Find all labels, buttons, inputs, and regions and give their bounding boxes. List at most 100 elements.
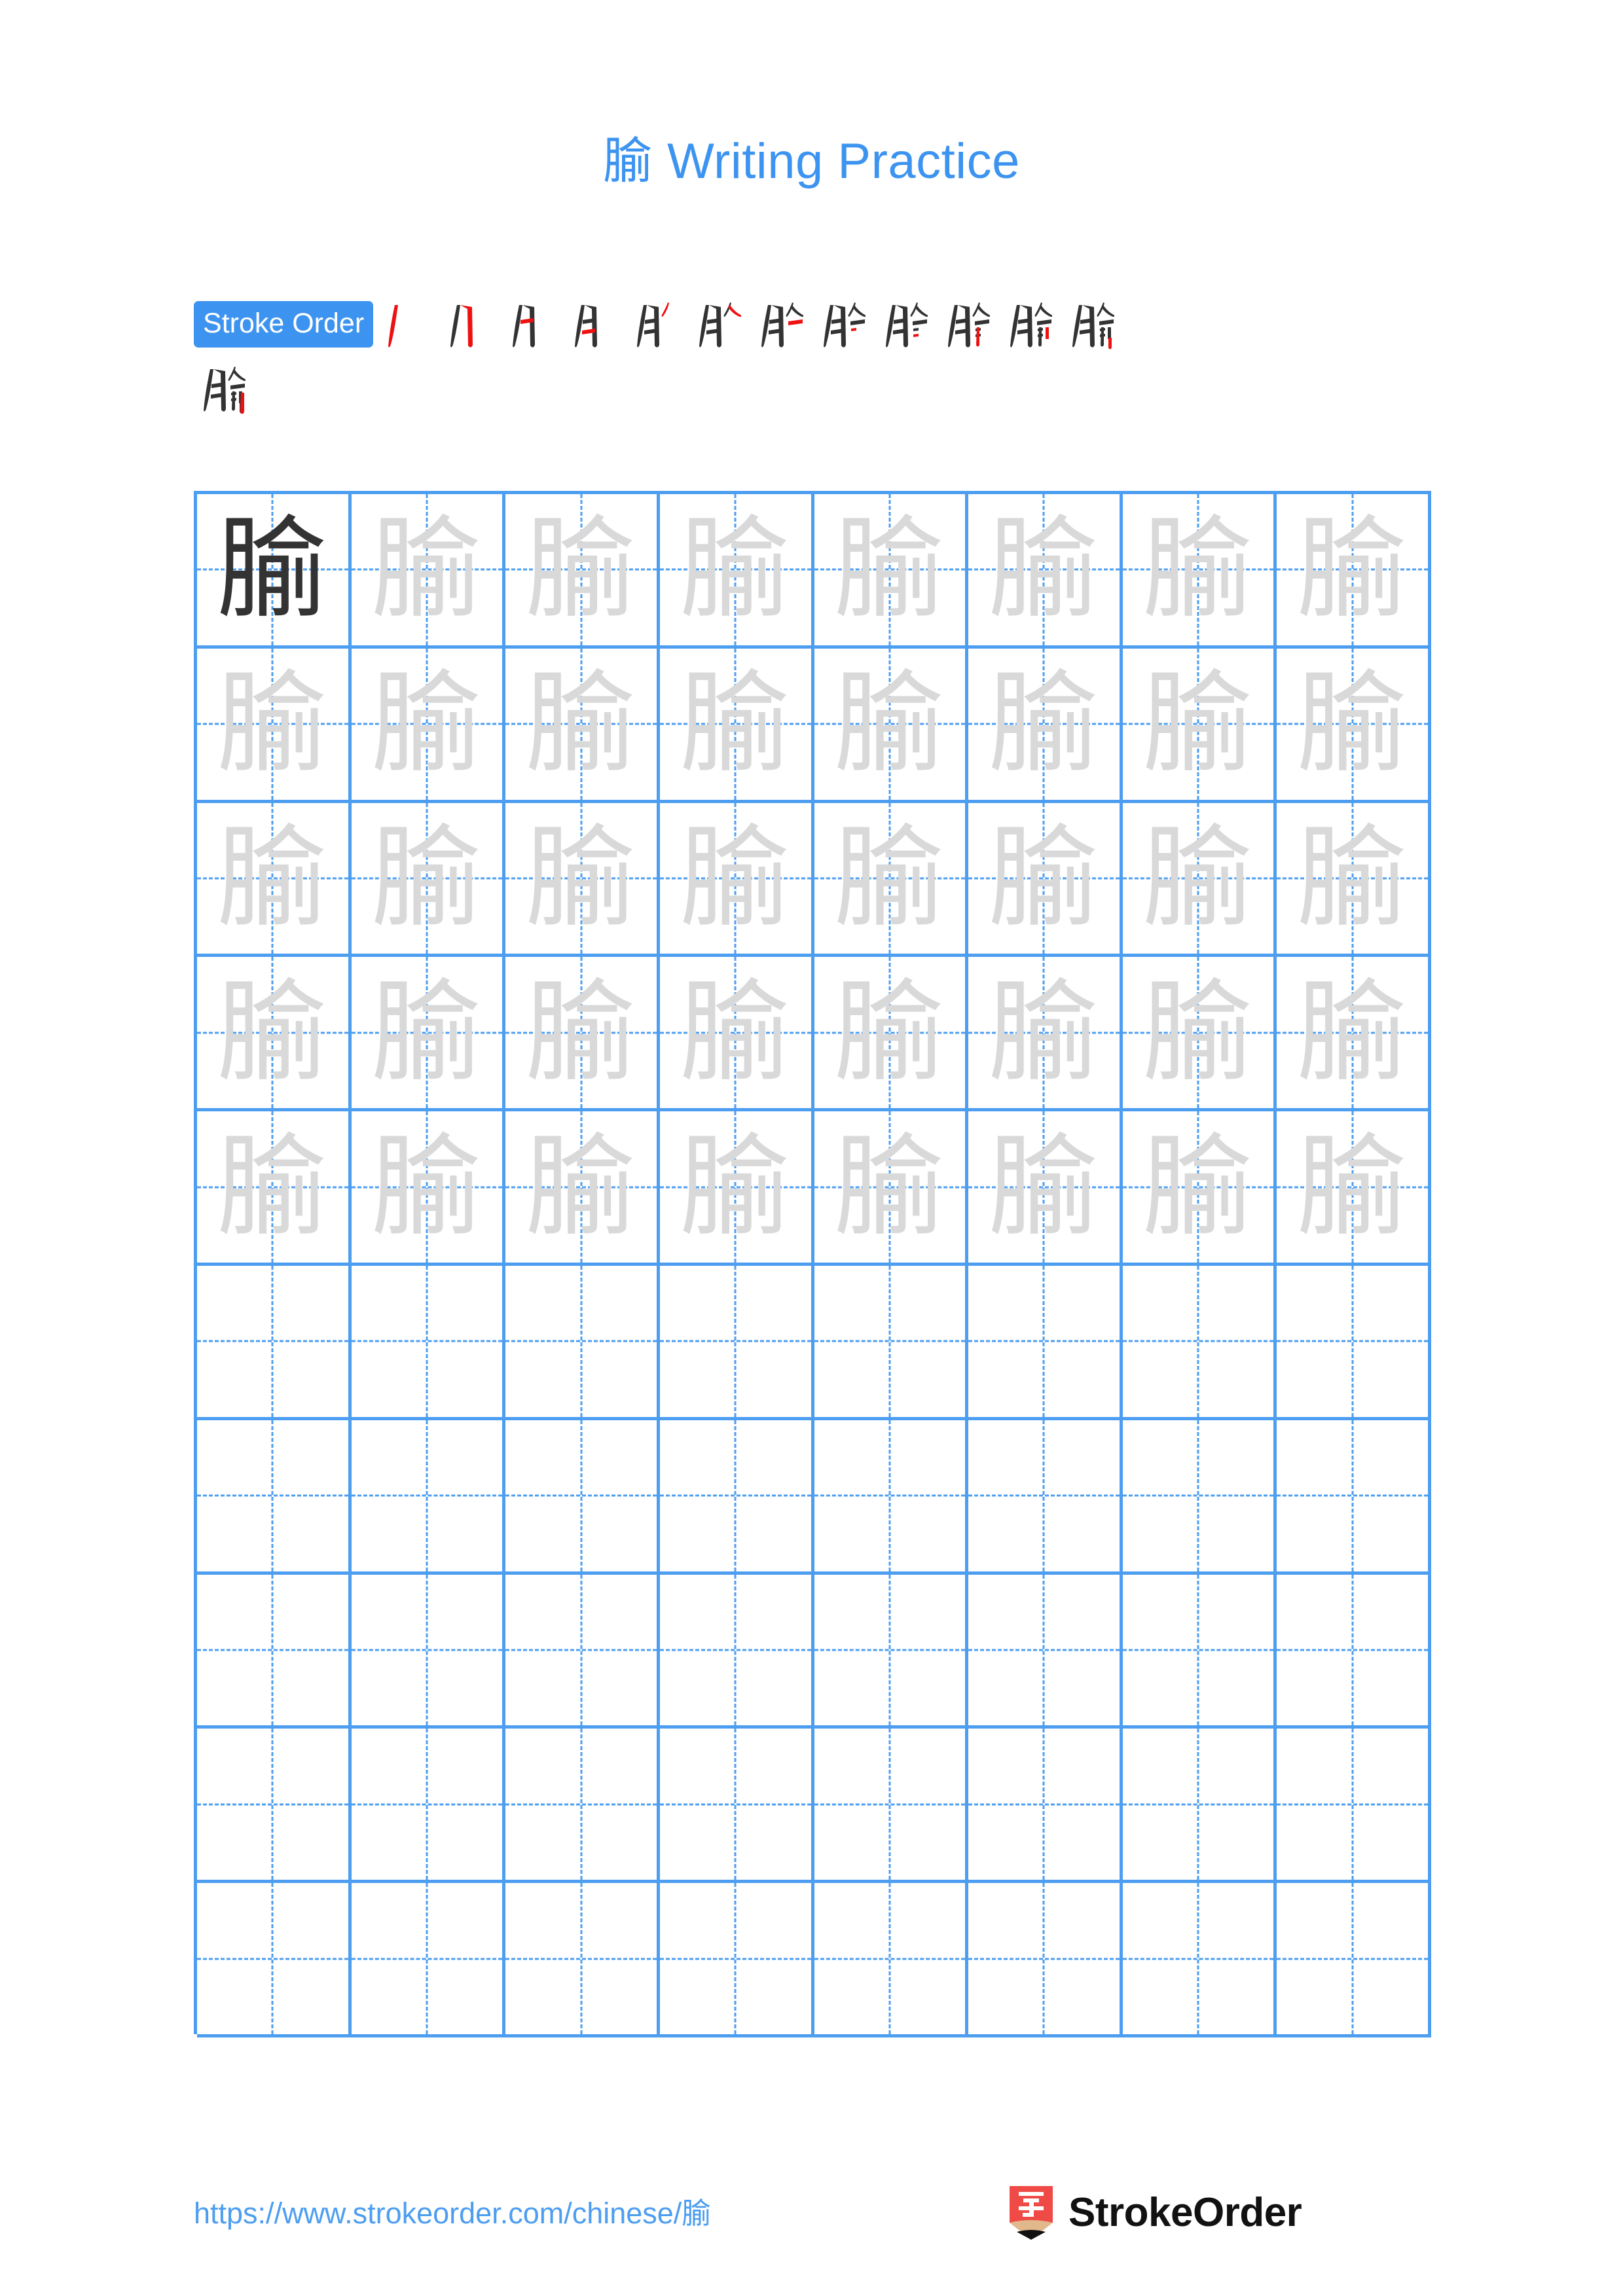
trace-character: 腧 <box>371 1122 483 1252</box>
practice-cell-trace[interactable]: 腧 <box>968 494 1123 649</box>
practice-cell-trace[interactable]: 腧 <box>1277 494 1431 649</box>
trace-character: 腧 <box>525 813 637 943</box>
practice-cell-trace[interactable]: 腧 <box>197 957 352 1112</box>
practice-cell-empty[interactable] <box>351 1883 506 2037</box>
practice-cell-trace[interactable]: 腧 <box>505 648 660 803</box>
practice-cell-empty[interactable] <box>814 1729 969 1884</box>
trace-character: 腧 <box>988 505 1100 635</box>
practice-cell-trace[interactable]: 腧 <box>659 648 814 803</box>
practice-cell-trace[interactable]: 腧 <box>1277 1111 1431 1266</box>
practice-cell-trace[interactable]: 腧 <box>1122 1111 1277 1266</box>
practice-cell-empty[interactable] <box>814 1574 969 1729</box>
practice-cell-empty[interactable] <box>197 1420 352 1575</box>
practice-cell-trace[interactable]: 腧 <box>659 1111 814 1266</box>
practice-grid-row: 腧腧腧腧腧腧腧腧 <box>197 648 1431 803</box>
practice-cell-trace[interactable]: 腧 <box>968 957 1123 1112</box>
trace-character: 腧 <box>988 1122 1100 1252</box>
practice-cell-trace[interactable]: 腧 <box>351 957 506 1112</box>
practice-cell-trace[interactable]: 腧 <box>197 1111 352 1266</box>
practice-cell-empty[interactable] <box>968 1883 1123 2037</box>
trace-character: 腧 <box>988 659 1100 789</box>
practice-cell-trace[interactable]: 腧 <box>814 648 969 803</box>
stroke-step-13 <box>194 360 249 419</box>
practice-cell-empty[interactable] <box>659 1574 814 1729</box>
practice-cell-trace[interactable]: 腧 <box>351 802 506 958</box>
practice-cell-empty[interactable] <box>1277 1729 1431 1884</box>
practice-cell-empty[interactable] <box>659 1420 814 1575</box>
practice-cell-empty[interactable] <box>814 1883 969 2037</box>
practice-cell-empty[interactable] <box>351 1574 506 1729</box>
practice-grid-row <box>197 1574 1431 1729</box>
practice-cell-empty[interactable] <box>659 1883 814 2037</box>
practice-cell-trace[interactable]: 腧 <box>814 494 969 649</box>
trace-character: 腧 <box>988 813 1100 943</box>
practice-cell-trace[interactable]: 腧 <box>351 1111 506 1266</box>
practice-cell-empty[interactable] <box>968 1729 1123 1884</box>
practice-cell-empty[interactable] <box>505 1420 660 1575</box>
stroke-step-6 <box>689 296 744 355</box>
trace-character: 腧 <box>680 1122 792 1252</box>
practice-cell-trace[interactable]: 腧 <box>505 494 660 649</box>
trace-character: 腧 <box>1296 1122 1408 1252</box>
practice-cell-empty[interactable] <box>197 1729 352 1884</box>
practice-cell-trace[interactable]: 腧 <box>1122 648 1277 803</box>
trace-character: 腧 <box>1142 813 1254 943</box>
practice-cell-empty[interactable] <box>814 1420 969 1575</box>
practice-cell-model[interactable]: 腧 <box>197 494 352 649</box>
practice-cell-trace[interactable]: 腧 <box>505 957 660 1112</box>
practice-cell-trace[interactable]: 腧 <box>968 648 1123 803</box>
footer-url-link[interactable]: https://www.strokeorder.com/chinese/腧 <box>194 2196 711 2231</box>
practice-cell-empty[interactable] <box>505 1883 660 2037</box>
practice-cell-trace[interactable]: 腧 <box>1277 957 1431 1112</box>
practice-cell-empty[interactable] <box>351 1265 506 1420</box>
practice-cell-empty[interactable] <box>1277 1574 1431 1729</box>
practice-cell-trace[interactable]: 腧 <box>351 494 506 649</box>
trace-character: 腧 <box>680 967 792 1098</box>
practice-cell-trace[interactable]: 腧 <box>1277 648 1431 803</box>
practice-cell-empty[interactable] <box>1122 1729 1277 1884</box>
practice-cell-trace[interactable]: 腧 <box>814 1111 969 1266</box>
practice-cell-empty[interactable] <box>505 1574 660 1729</box>
practice-cell-empty[interactable] <box>197 1265 352 1420</box>
practice-cell-trace[interactable]: 腧 <box>968 802 1123 958</box>
practice-cell-trace[interactable]: 腧 <box>505 802 660 958</box>
practice-cell-trace[interactable]: 腧 <box>505 1111 660 1266</box>
practice-cell-empty[interactable] <box>1277 1420 1431 1575</box>
practice-cell-empty[interactable] <box>1122 1574 1277 1729</box>
trace-character: 腧 <box>833 505 945 635</box>
practice-cell-trace[interactable]: 腧 <box>814 957 969 1112</box>
practice-cell-empty[interactable] <box>351 1729 506 1884</box>
practice-cell-empty[interactable] <box>968 1265 1123 1420</box>
practice-cell-trace[interactable]: 腧 <box>968 1111 1123 1266</box>
practice-cell-trace[interactable]: 腧 <box>659 957 814 1112</box>
practice-cell-empty[interactable] <box>351 1420 506 1575</box>
practice-cell-empty[interactable] <box>1277 1883 1431 2037</box>
practice-grid-row: 腧腧腧腧腧腧腧腧 <box>197 802 1431 958</box>
practice-cell-trace[interactable]: 腧 <box>351 648 506 803</box>
practice-cell-empty[interactable] <box>1277 1265 1431 1420</box>
practice-cell-empty[interactable] <box>659 1265 814 1420</box>
practice-cell-empty[interactable] <box>505 1729 660 1884</box>
trace-character: 腧 <box>217 967 329 1098</box>
trace-character: 腧 <box>217 813 329 943</box>
practice-cell-trace[interactable]: 腧 <box>1122 802 1277 958</box>
practice-cell-empty[interactable] <box>1122 1883 1277 2037</box>
practice-cell-trace[interactable]: 腧 <box>1122 494 1277 649</box>
practice-cell-empty[interactable] <box>1122 1265 1277 1420</box>
practice-cell-empty[interactable] <box>197 1574 352 1729</box>
trace-character: 腧 <box>1142 659 1254 789</box>
practice-cell-empty[interactable] <box>814 1265 969 1420</box>
practice-cell-empty[interactable] <box>968 1574 1123 1729</box>
practice-cell-empty[interactable] <box>659 1729 814 1884</box>
practice-cell-trace[interactable]: 腧 <box>197 648 352 803</box>
practice-cell-empty[interactable] <box>505 1265 660 1420</box>
practice-cell-empty[interactable] <box>1122 1420 1277 1575</box>
practice-cell-trace[interactable]: 腧 <box>814 802 969 958</box>
practice-cell-trace[interactable]: 腧 <box>1277 802 1431 958</box>
practice-cell-trace[interactable]: 腧 <box>659 494 814 649</box>
practice-cell-empty[interactable] <box>197 1883 352 2037</box>
practice-cell-trace[interactable]: 腧 <box>1122 957 1277 1112</box>
practice-cell-empty[interactable] <box>968 1420 1123 1575</box>
practice-cell-trace[interactable]: 腧 <box>197 802 352 958</box>
practice-cell-trace[interactable]: 腧 <box>659 802 814 958</box>
